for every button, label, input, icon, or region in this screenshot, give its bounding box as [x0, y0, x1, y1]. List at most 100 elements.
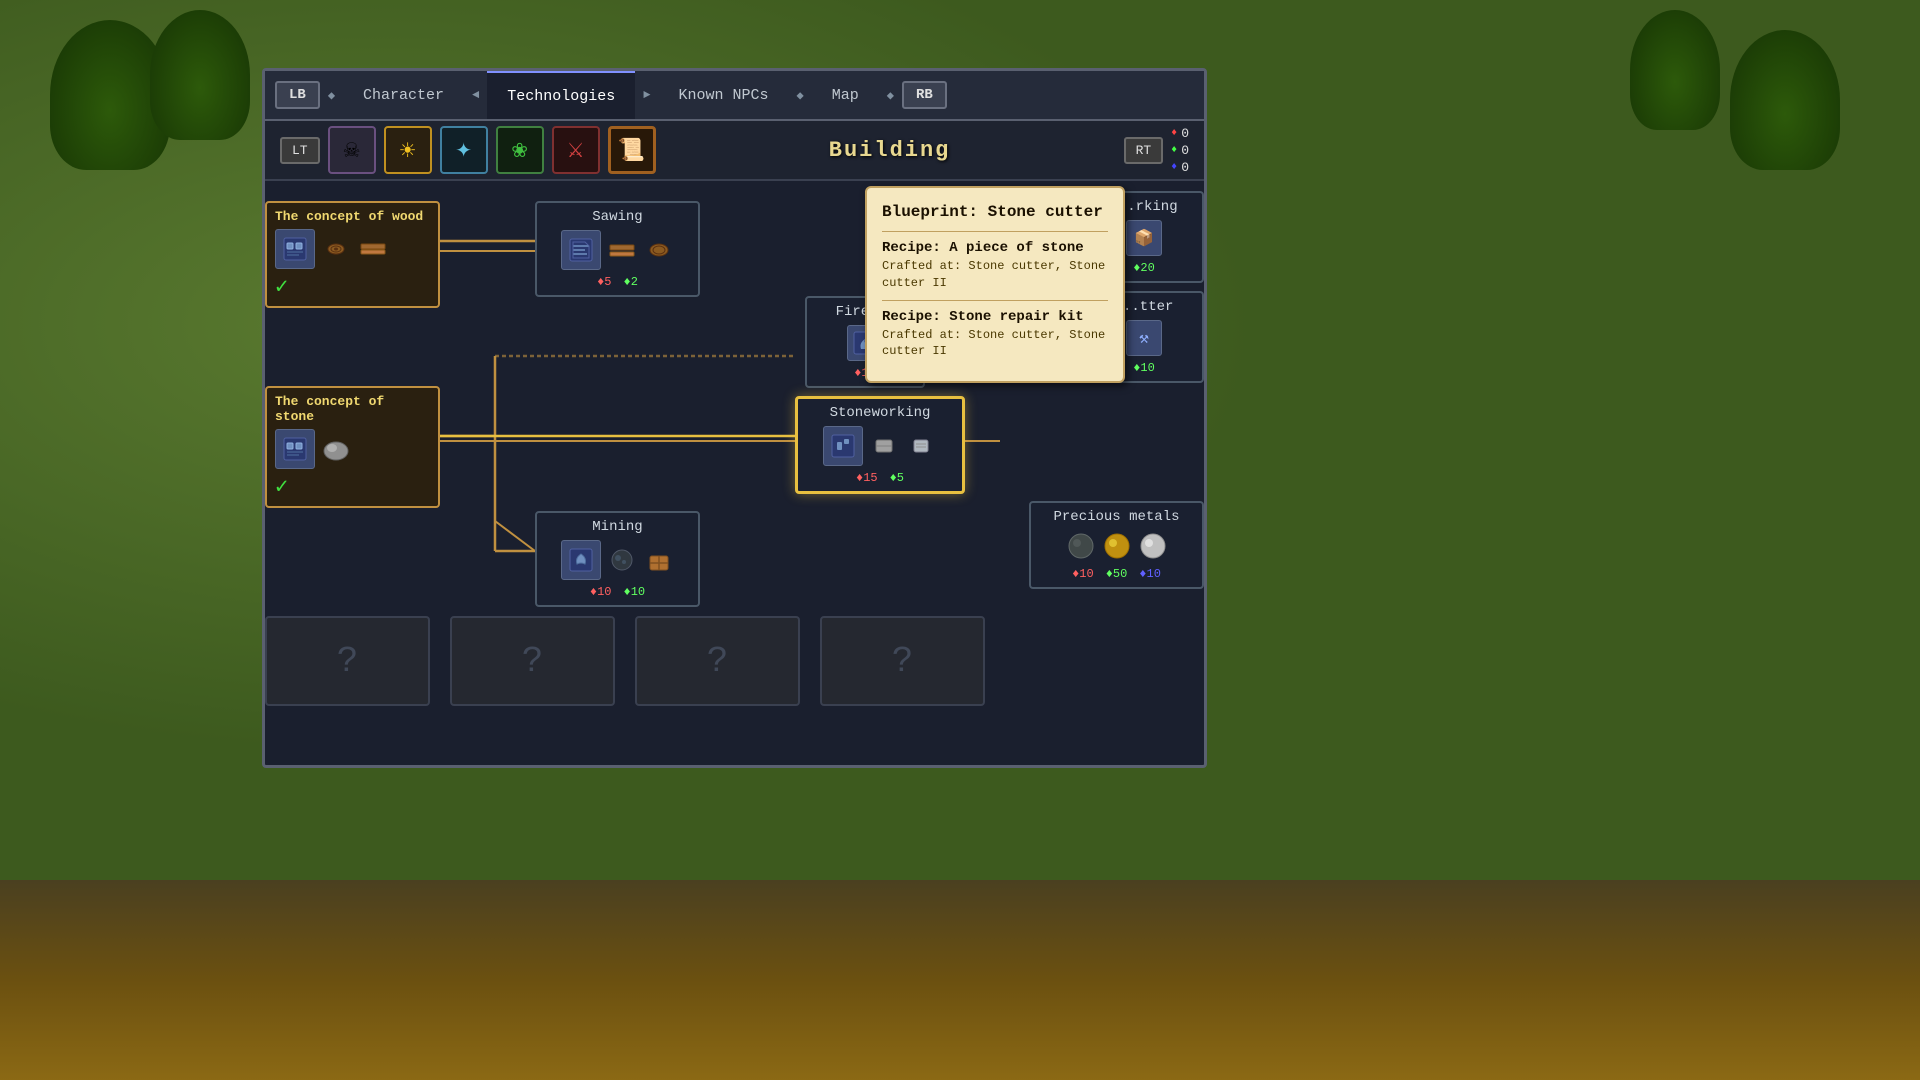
- stoneworking-cost-red: ♦15: [856, 471, 878, 485]
- stoneworking-node[interactable]: Stoneworking: [795, 396, 965, 494]
- concept-stone-rock-icon: [320, 433, 352, 465]
- lb-button[interactable]: LB: [275, 81, 320, 109]
- nav-diamond-2: ◄: [472, 88, 479, 102]
- precious-metals-cost-red: ♦10: [1072, 567, 1094, 581]
- concept-stone-title: The concept of stone: [275, 394, 430, 424]
- sawing-cost-red: ♦5: [597, 275, 611, 289]
- concept-stone-icons: [275, 429, 430, 469]
- mining-icons: [545, 540, 690, 580]
- tooltip-recipe1-name: Recipe: A piece of stone: [882, 240, 1108, 256]
- skull-icon: ☠: [343, 138, 361, 163]
- mining-cost-red: ♦10: [590, 585, 612, 599]
- precious-metals-silver-icon: [1137, 530, 1169, 562]
- feather-icon: ✦: [455, 138, 472, 163]
- concept-wood-node[interactable]: The concept of wood: [265, 201, 440, 308]
- resource-green-row: ♦ 0: [1171, 143, 1189, 158]
- rking-cost: ♦20: [1133, 261, 1155, 275]
- precious-metals-node[interactable]: Precious metals: [1029, 501, 1204, 589]
- red-icon: ♦: [1171, 128, 1177, 139]
- content-area: The concept of wood: [265, 181, 1204, 763]
- rt-button[interactable]: RT: [1124, 137, 1164, 164]
- tab-technologies[interactable]: Technologies: [487, 71, 635, 119]
- tab-icon-skull[interactable]: ☠: [328, 126, 376, 174]
- locked-node-2[interactable]: ?: [450, 616, 615, 706]
- tab-icons-row: LT ☠ ☀ ✦ ❀ ⚔ 📜 Building RT ♦ 0 ♦: [265, 121, 1204, 181]
- concept-wood-check: ✓: [275, 274, 430, 300]
- concept-wood-icons: [275, 229, 430, 269]
- bg-tree-3: [1730, 30, 1840, 170]
- mining-cost-green: ♦10: [624, 585, 646, 599]
- tooltip-recipe1-sub: Crafted at: Stone cutter, Stone cutter I…: [882, 258, 1108, 292]
- rb-button[interactable]: RB: [902, 81, 947, 109]
- rking-icon: 📦: [1126, 220, 1162, 256]
- bg-tree-2: [150, 10, 250, 140]
- sawing-title: Sawing: [545, 209, 690, 225]
- leaf-icon: ❀: [511, 138, 528, 163]
- nav-diamond-4: ◆: [797, 88, 804, 103]
- precious-metals-costs: ♦10 ♦50 ♦10: [1039, 567, 1194, 581]
- sawing-costs: ♦5 ♦2: [545, 275, 690, 289]
- resource-green-value: 0: [1181, 143, 1189, 158]
- sawing-icons: [545, 230, 690, 270]
- lt-button[interactable]: LT: [280, 137, 320, 164]
- tooltip-recipe2-sub: Crafted at: Stone cutter, Stone cutter I…: [882, 327, 1108, 361]
- tooltip-popup: Blueprint: Stone cutter Recipe: A piece …: [865, 186, 1125, 383]
- tab-icon-leaf[interactable]: ❀: [496, 126, 544, 174]
- mining-ore-icon: [606, 544, 638, 576]
- sawing-log-icon: [643, 234, 675, 266]
- shield-icon: ⚔: [567, 138, 585, 163]
- concept-wood-plank-icon: [357, 233, 389, 265]
- main-ui-panel: LB ◆ Character ◄ Technologies ► Known NP…: [262, 68, 1207, 768]
- sawing-plank-icon: [606, 234, 638, 266]
- precious-metals-gold-icon: [1101, 530, 1133, 562]
- stoneworking-cost-green: ♦5: [890, 471, 904, 485]
- nav-bar: LB ◆ Character ◄ Technologies ► Known NP…: [265, 71, 1204, 121]
- green-icon: ♦: [1171, 145, 1177, 156]
- stoneworking-blueprint-icon: [823, 426, 863, 466]
- concept-wood-title: The concept of wood: [275, 209, 430, 224]
- stoneworking-costs: ♦15 ♦5: [806, 471, 954, 485]
- stoneworking-stone-icon: [868, 430, 900, 462]
- tab-known-npcs[interactable]: Known NPCs: [659, 71, 789, 119]
- stoneworking-title: Stoneworking: [806, 405, 954, 421]
- blue-icon: ♦: [1171, 162, 1177, 173]
- mining-costs: ♦10 ♦10: [545, 585, 690, 599]
- precious-metals-cost-green: ♦50: [1106, 567, 1128, 581]
- sun-icon: ☀: [399, 138, 417, 163]
- concept-stone-node[interactable]: The concept of stone: [265, 386, 440, 508]
- locked-node-4[interactable]: ?: [820, 616, 985, 706]
- stone-cutter-cost: ♦10: [1133, 361, 1155, 375]
- mining-title: Mining: [545, 519, 690, 535]
- sawing-cost-green: ♦2: [624, 275, 638, 289]
- precious-metals-cost-blue: ♦10: [1139, 567, 1161, 581]
- concept-wood-log-icon: [320, 233, 352, 265]
- book-icon: 📜: [618, 137, 645, 163]
- mining-crate-icon: [643, 544, 675, 576]
- resource-blue-value: 0: [1181, 160, 1189, 175]
- stoneworking-chisel-icon: [905, 430, 937, 462]
- resource-counters: ♦ 0 ♦ 0 ♦ 0: [1171, 126, 1189, 175]
- locked-node-1[interactable]: ?: [265, 616, 430, 706]
- tab-character[interactable]: Character: [343, 71, 464, 119]
- nav-diamond-1: ◆: [328, 88, 335, 103]
- mining-node[interactable]: Mining: [535, 511, 700, 607]
- sawing-node[interactable]: Sawing: [535, 201, 700, 297]
- tab-map[interactable]: Map: [812, 71, 879, 119]
- tooltip-divider-2: [882, 300, 1108, 301]
- tab-icon-feather[interactable]: ✦: [440, 126, 488, 174]
- resource-red-value: 0: [1181, 126, 1189, 141]
- stone-cutter-icon: ⚒: [1126, 320, 1162, 356]
- resource-blue-row: ♦ 0: [1171, 160, 1189, 175]
- ground: [0, 880, 1920, 1080]
- resource-red-row: ♦ 0: [1171, 126, 1189, 141]
- tab-icon-shield[interactable]: ⚔: [552, 126, 600, 174]
- tooltip-recipe2-name: Recipe: Stone repair kit: [882, 309, 1108, 325]
- tooltip-title: Blueprint: Stone cutter: [882, 203, 1108, 221]
- tab-icon-sun[interactable]: ☀: [384, 126, 432, 174]
- mining-blueprint-icon: [561, 540, 601, 580]
- sawing-blueprint-icon: [561, 230, 601, 270]
- locked-node-3[interactable]: ?: [635, 616, 800, 706]
- precious-metals-icons: [1039, 530, 1194, 562]
- nav-diamond-5: ◆: [887, 88, 894, 103]
- tab-icon-book[interactable]: 📜: [608, 126, 656, 174]
